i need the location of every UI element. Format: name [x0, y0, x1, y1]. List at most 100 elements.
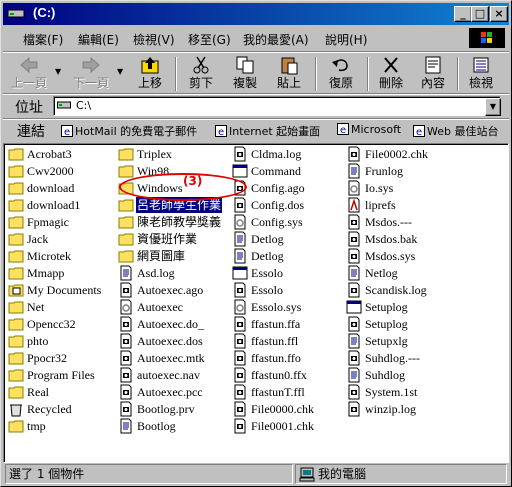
item-name: 網頁圖庫	[137, 249, 186, 263]
forward-dropdown[interactable]: ▼	[115, 53, 127, 93]
paste-label: 貼上	[276, 76, 301, 90]
back-button[interactable]: 上一頁	[7, 53, 51, 93]
svg-text:e: e	[340, 125, 346, 135]
cut-button[interactable]: 剪下	[181, 53, 221, 93]
link-microsoft[interactable]: e Microsoft	[337, 123, 401, 136]
svg-text:e: e	[416, 127, 422, 137]
file-icon	[346, 316, 362, 332]
item-name: Setupxlg	[365, 334, 408, 348]
copy-label: 複製	[232, 76, 257, 90]
address-dropdown-button[interactable]: ▼	[485, 98, 501, 116]
folder-icon	[8, 418, 24, 434]
link-internet-start-label: Internet 起始畫面	[229, 125, 321, 138]
file-icon	[346, 146, 362, 162]
file-icon	[346, 282, 362, 298]
drive-icon	[57, 101, 71, 109]
item-name: Autoexec.pcc	[137, 385, 203, 399]
item-name: Opencc32	[27, 317, 76, 331]
mydocs-icon	[8, 282, 24, 298]
folder-icon	[118, 146, 134, 162]
menu-edit[interactable]: 編輯(E)	[78, 31, 119, 48]
folder-icon	[8, 333, 24, 349]
text-icon	[346, 367, 362, 383]
link-best-of-web[interactable]: e Web 最佳站台	[413, 123, 498, 139]
ie-link-icon: e	[337, 123, 349, 135]
delete-button[interactable]: 刪除	[371, 53, 411, 93]
item-name: Net	[27, 300, 45, 314]
menu-help[interactable]: 說明(H)	[325, 31, 367, 48]
item-name: Io.sys	[365, 181, 394, 195]
item-name: Msdos.---	[365, 215, 412, 229]
item-name: tmp	[27, 419, 46, 433]
drive-icon	[7, 9, 25, 18]
back-dropdown[interactable]: ▼	[53, 53, 65, 93]
file-icon	[232, 282, 248, 298]
item-name: Command	[251, 164, 301, 178]
menu-go[interactable]: 移至(G)	[188, 31, 231, 48]
address-value: C:\	[76, 99, 92, 112]
item-name: Essolo.sys	[251, 300, 302, 314]
copy-button[interactable]: 複製	[225, 53, 265, 93]
item-name: ffastun.ffl	[251, 334, 299, 348]
back-label: 上一頁	[10, 76, 47, 90]
close-button[interactable]: ×	[490, 6, 508, 22]
explorer-window: (C:) _ □ × 檔案(F) 編輯(E) 檢視(V) 移至(G) 我的最愛(…	[0, 0, 512, 487]
sys-icon	[346, 180, 362, 196]
my-computer-icon	[299, 467, 315, 482]
file-icon	[232, 333, 248, 349]
back-arrow-icon	[20, 56, 38, 74]
folder-icon	[8, 163, 24, 179]
item-name: Scandisk.log	[365, 283, 427, 297]
link-hotmail[interactable]: e HotMail 的免費電子郵件	[61, 123, 197, 139]
recycle-icon	[8, 401, 24, 417]
item-name: Acrobat3	[27, 147, 72, 161]
ie-link-icon: e	[61, 125, 73, 137]
up-button[interactable]: 上移	[131, 53, 169, 93]
status-zone: 我的電腦	[295, 464, 507, 484]
item-name: Config.ago	[251, 181, 305, 195]
app-icon	[346, 299, 362, 315]
special-icon	[346, 197, 362, 213]
file-list[interactable]: Acrobat3 Cwv2000 download download1 Fpmagic J…	[3, 143, 509, 463]
item-name: Essolo	[251, 283, 284, 297]
menu-file[interactable]: 檔案(F)	[23, 31, 63, 48]
file-icon	[118, 350, 134, 366]
item-name: Config.sys	[251, 215, 303, 229]
item-name: Real	[27, 385, 49, 399]
link-internet-start[interactable]: e Internet 起始畫面	[215, 123, 320, 139]
properties-button[interactable]: 內容	[413, 53, 453, 93]
text-icon	[118, 265, 134, 281]
undo-button[interactable]: 復原	[321, 53, 361, 93]
app-icon	[232, 265, 248, 281]
forward-button[interactable]: 下一頁	[69, 53, 113, 93]
file-icon	[346, 214, 362, 230]
maximize-button[interactable]: □	[471, 6, 489, 22]
title-bar[interactable]: (C:) _ □ ×	[3, 3, 509, 25]
folder-icon	[118, 197, 134, 213]
item-name: Msdos.bak	[365, 232, 418, 246]
menu-view[interactable]: 檢視(V)	[133, 31, 175, 48]
links-label: 連結	[17, 124, 45, 140]
file-icon	[232, 401, 248, 417]
file-icon	[232, 384, 248, 400]
item-name: Autoexec.ago	[137, 283, 204, 297]
properties-label: 內容	[420, 76, 445, 90]
undo-icon	[332, 59, 348, 72]
item-name: Cldma.log	[251, 147, 302, 161]
views-button[interactable]: 檢視	[461, 53, 501, 93]
item-name: phto	[27, 334, 49, 348]
paste-button[interactable]: 貼上	[269, 53, 309, 93]
minimize-button[interactable]: _	[454, 6, 472, 22]
item-name: Triplex	[137, 147, 172, 161]
address-bar: 位址 C:\ ▼	[3, 94, 509, 118]
item-name: download	[27, 181, 75, 195]
item-name: File0001.chk	[251, 419, 314, 433]
folder-icon	[8, 180, 24, 196]
address-input[interactable]: C:\	[53, 96, 501, 116]
item-name: ffastun.ffo	[251, 351, 301, 365]
file-icon	[118, 282, 134, 298]
item-name: autoexec.nav	[137, 368, 200, 382]
up-folder-icon	[141, 57, 159, 74]
item-name: File0002.chk	[365, 147, 428, 161]
menu-favorites[interactable]: 我的最愛(A)	[243, 31, 309, 48]
